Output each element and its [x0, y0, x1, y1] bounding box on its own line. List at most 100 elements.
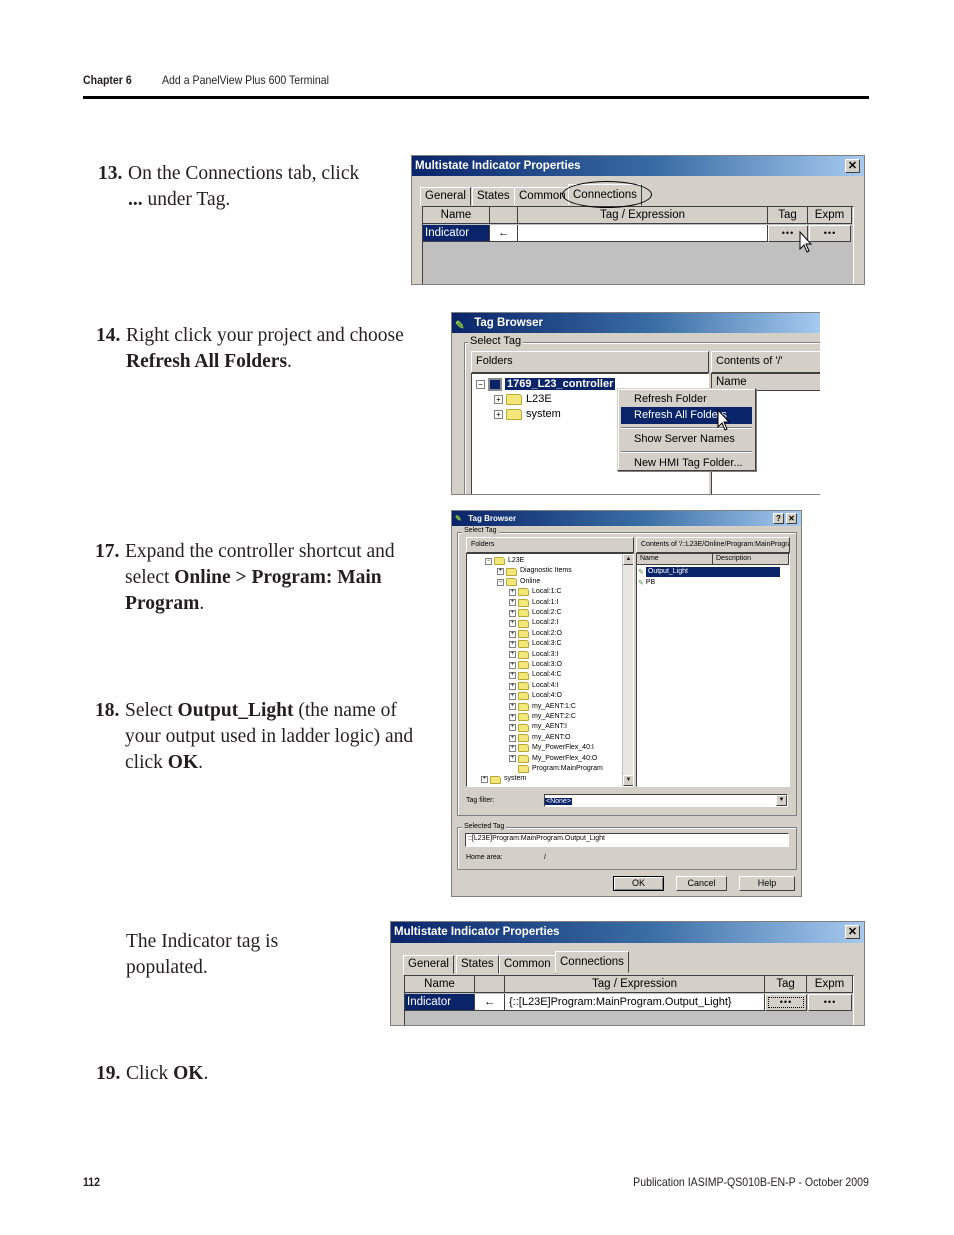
tag-browser-dialog-context: ✎ Tag Browser Select Tag Folders Content…	[451, 312, 820, 495]
tree-label: system	[504, 775, 527, 783]
tag-filter-select[interactable]: <None> ▼	[544, 794, 788, 807]
scroll-down-button[interactable]: ▼	[623, 775, 633, 786]
expand-icon[interactable]: +	[509, 630, 516, 638]
tree-label: my_AENT:I	[532, 723, 568, 731]
dropdown-arrow-icon[interactable]: ▼	[776, 795, 787, 806]
folder-icon	[518, 650, 529, 659]
step-text-line: Refresh All Folders.	[126, 349, 404, 375]
menu-item-refresh-all-folders[interactable]: Refresh All Folders	[621, 407, 752, 424]
folder-icon	[518, 588, 529, 597]
close-button[interactable]: ✕	[786, 513, 797, 524]
menu-separator	[621, 451, 752, 453]
tab-general[interactable]: General	[420, 187, 471, 206]
tag-filter-value: <None>	[545, 798, 572, 805]
expand-icon[interactable]: +	[509, 609, 516, 617]
expand-icon[interactable]: +	[481, 776, 488, 784]
menu-item-refresh-folder[interactable]: Refresh Folder	[621, 391, 752, 408]
tree-label: my_AENT:2:C	[532, 713, 576, 720]
home-area-label: Home area:	[466, 854, 503, 861]
contents-header: Contents of '/::L23E/Online/Program:Main…	[636, 537, 790, 553]
collapse-icon[interactable]: −	[476, 379, 485, 389]
tree-item-system[interactable]: + system	[494, 407, 561, 421]
folder-icon	[518, 671, 529, 680]
tag-browse-button[interactable]: •••	[765, 994, 807, 1011]
tag-browser-dialog: ✎ Tag Browser ? ✕ Select Tag Folders Con…	[451, 510, 802, 897]
ok-button[interactable]: OK	[613, 876, 664, 891]
expand-icon[interactable]: +	[509, 755, 516, 763]
expand-icon[interactable]: +	[509, 672, 516, 680]
step-text-line: Right click your project and choose	[126, 325, 404, 346]
tag-item-output-light[interactable]: ✎ Output_Light	[638, 567, 788, 578]
expand-icon[interactable]: +	[509, 651, 516, 659]
expand-icon[interactable]: +	[509, 703, 516, 711]
expand-icon[interactable]: +	[494, 394, 503, 404]
selected-tag-field[interactable]: ::[L23E]Program:MainProgram.Output_Light	[465, 833, 789, 847]
expand-icon[interactable]: +	[509, 599, 516, 607]
tag-expression-field[interactable]	[518, 225, 768, 242]
dialog-title: Multistate Indicator Properties	[415, 160, 581, 172]
tree-item-l23e[interactable]: + L23E	[494, 392, 552, 406]
column-header-direction	[490, 207, 518, 224]
column-header-name: Name	[637, 554, 713, 565]
collapse-icon[interactable]: −	[497, 578, 504, 586]
step-bold-text: Online > Program: Main	[174, 567, 382, 588]
row-name-cell[interactable]: Indicator	[423, 225, 490, 242]
controller-icon	[488, 377, 502, 391]
row-name-cell[interactable]: Indicator	[405, 994, 475, 1011]
folder-icon	[518, 723, 529, 732]
expand-icon[interactable]: +	[497, 568, 504, 576]
tab-common[interactable]: Common	[499, 955, 556, 974]
expand-icon[interactable]: +	[509, 640, 516, 648]
tree-item[interactable]: + system	[481, 774, 526, 785]
collapse-icon[interactable]: −	[485, 557, 492, 565]
menu-item-show-server-names[interactable]: Show Server Names	[621, 431, 752, 448]
cancel-button[interactable]: Cancel	[676, 876, 727, 891]
step-text: .	[287, 351, 292, 372]
step-text-line: Select Output_Light (the name of	[125, 698, 413, 724]
expression-browse-button[interactable]: •••	[808, 994, 852, 1011]
step-text: .	[198, 752, 203, 773]
expand-icon[interactable]: +	[509, 713, 516, 721]
menu-item-new-hmi-tag-folder[interactable]: New HMI Tag Folder...	[621, 455, 752, 472]
step-text: under Tag.	[142, 189, 231, 210]
expand-icon[interactable]: +	[509, 682, 516, 690]
context-menu: Refresh Folder Refresh All Folders Show …	[617, 388, 756, 471]
help-button[interactable]: ?	[773, 513, 784, 524]
step-text: .	[203, 1063, 209, 1084]
tab-states[interactable]: States	[472, 187, 515, 206]
tree-label: Local:4:I	[532, 681, 559, 689]
chapter-label: Chapter 6	[83, 73, 132, 87]
expand-icon[interactable]: +	[509, 588, 516, 596]
folder-icon	[518, 744, 529, 753]
tab-connections[interactable]: Connections	[555, 951, 629, 973]
expression-browse-button[interactable]: •••	[809, 225, 851, 242]
tree-scrollbar[interactable]: ▲ ▼	[622, 554, 633, 786]
step-text-line: ... under Tag.	[128, 187, 359, 213]
expand-icon[interactable]: +	[494, 409, 503, 419]
expand-icon[interactable]: +	[509, 724, 516, 732]
tag-expression-field[interactable]: {::[L23E]Program:MainProgram.Output_Ligh…	[505, 994, 765, 1011]
expand-icon[interactable]: +	[509, 661, 516, 669]
dialog-title: Tag Browser	[474, 317, 544, 329]
expand-icon[interactable]: +	[509, 620, 516, 628]
expand-icon[interactable]: +	[509, 744, 516, 752]
close-button[interactable]: ✕	[845, 925, 860, 939]
tag-browser-icon: ✎	[455, 514, 462, 523]
page-number: 112	[83, 1175, 101, 1189]
contents-list[interactable]: Name Description ✎ Output_Light ✎ PB	[636, 553, 790, 787]
tab-general[interactable]: General	[403, 955, 454, 974]
step-19: 19. Click OK.	[96, 1061, 209, 1087]
tag-icon: ✎	[638, 569, 644, 577]
expand-icon[interactable]: +	[509, 734, 516, 742]
chapter-title: Add a PanelView Plus 600 Terminal	[162, 73, 329, 87]
tab-states[interactable]: States	[456, 955, 499, 974]
help-dialog-button[interactable]: Help	[739, 876, 795, 891]
folder-icon	[518, 661, 529, 670]
folder-icon	[518, 713, 529, 722]
tree-item-controller[interactable]: − 1769_L23_controller	[476, 377, 616, 391]
tag-item-pb[interactable]: ✎ PB	[638, 578, 655, 589]
close-button[interactable]: ✕	[845, 159, 860, 173]
expand-icon[interactable]: +	[509, 692, 516, 700]
scroll-up-button[interactable]: ▲	[623, 554, 633, 565]
folders-tree[interactable]: − L23E + Diagnostic Items − Online + Local:1:C +…	[466, 553, 634, 787]
